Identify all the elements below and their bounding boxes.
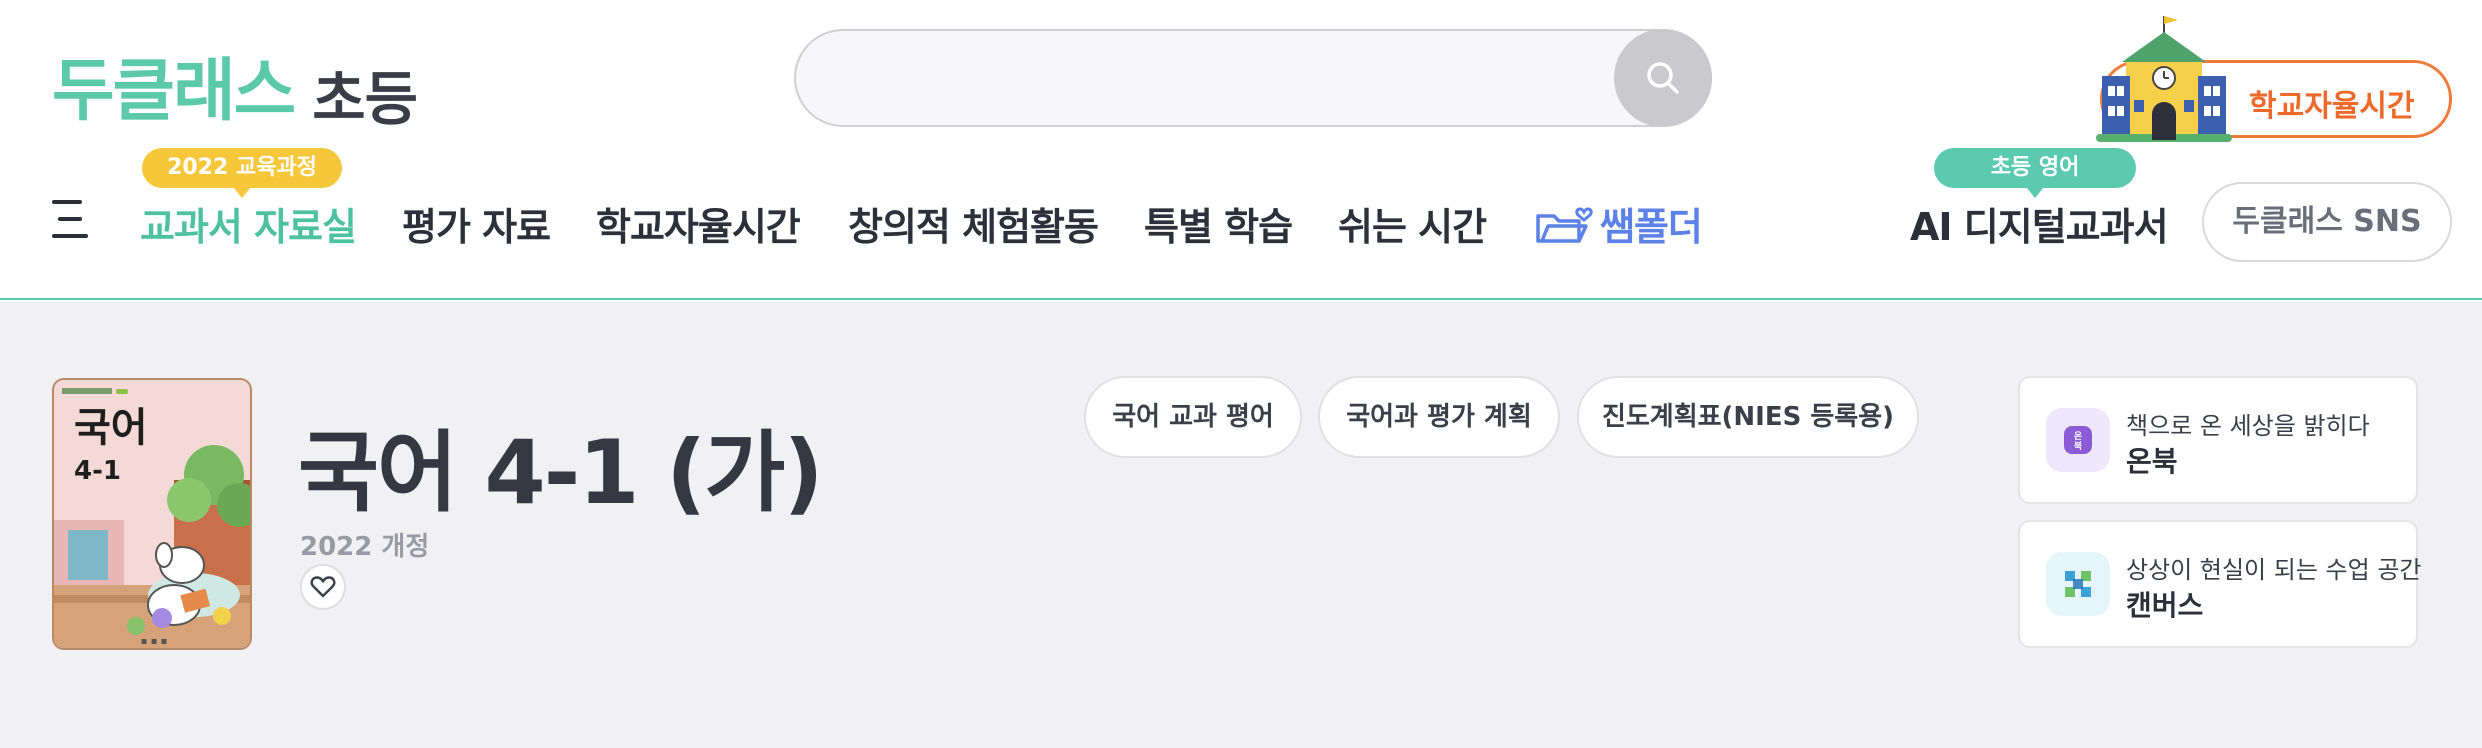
search-input[interactable] — [832, 53, 1552, 103]
site-header: 두클래스 초등 학교자율시간 2022 교육과정 교과서 자료실 평가 자료 학… — [0, 0, 2482, 300]
search-icon — [1647, 62, 1679, 94]
onbook-icon: 온 북 — [2046, 408, 2110, 472]
canvas-title: 캔버스 — [2126, 589, 2204, 622]
menu-icon[interactable] — [52, 200, 88, 238]
curriculum-badge: 2022 교육과정 — [142, 148, 342, 198]
nav-teacher-folder[interactable]: 쌤폴더 — [1534, 196, 1703, 251]
svg-text:북: 북 — [2074, 441, 2082, 452]
page-title: 국어 4-1 (가) — [298, 421, 824, 524]
nav-school-time[interactable]: 학교자율시간 — [596, 196, 801, 251]
school-time-label: 학교자율시간 — [2249, 89, 2415, 124]
progress-plan-button[interactable]: 진도계획표(NIES 등록용) — [1577, 376, 1919, 458]
svg-text:온: 온 — [2074, 431, 2082, 442]
canvas-icon — [2046, 552, 2110, 616]
canvas-card[interactable]: 상상이 현실이 되는 수업 공간 캔버스 — [2018, 520, 2422, 648]
korean-evaluation-phrases-button[interactable]: 국어 교과 평어 — [1084, 376, 1302, 458]
textbook-panel: ▪ ▪ ▪ 국어 4-1 국어 4-1 (가) 2022 개정 국어 교과 평어… — [0, 302, 2482, 748]
nav-ai-digital-textbook[interactable]: AI 디지털교과서 — [1910, 196, 2169, 251]
onbook-subtitle: 책으로 온 세상을 밝히다 — [2126, 412, 2370, 440]
nav-assessment[interactable]: 평가 자료 — [402, 196, 551, 251]
search-button[interactable] — [1614, 29, 1712, 127]
sns-button[interactable]: 두클래스 SNS — [2202, 182, 2452, 262]
nav-creative-activities[interactable]: 창의적 체험활동 — [848, 196, 1099, 251]
nav-break-time[interactable]: 쉬는 시간 — [1338, 196, 1487, 251]
site-logo[interactable]: 두클래스 초등 — [52, 26, 418, 133]
korean-assessment-plan-button[interactable]: 국어과 평가 계획 — [1318, 376, 1560, 458]
onbook-title: 온북 — [2126, 445, 2178, 478]
cover-title: 국어 — [74, 405, 148, 451]
logo-sub-text: 초등 — [312, 65, 418, 133]
nav-special-learning[interactable]: 특별 학습 — [1144, 196, 1293, 251]
favorite-button[interactable] — [300, 564, 346, 610]
school-building-icon — [2096, 16, 2232, 142]
english-badge: 초등 영어 — [1934, 148, 2136, 198]
folder-heart-icon — [1536, 207, 1593, 243]
nav-teacher-folder-label: 쌤폴더 — [1600, 205, 1703, 249]
edition-label: 2022 개정 — [300, 532, 430, 562]
textbook-cover[interactable]: ▪ ▪ ▪ 국어 4-1 — [52, 378, 252, 650]
onbook-card[interactable]: 온 북 책으로 온 세상을 밝히다 온북 — [2018, 376, 2418, 504]
svg-text:▪ ▪ ▪: ▪ ▪ ▪ — [141, 636, 168, 647]
nav-textbook-materials[interactable]: 교과서 자료실 — [140, 196, 357, 251]
search-bar — [794, 29, 1712, 127]
heart-icon — [310, 576, 336, 598]
cover-grade: 4-1 — [74, 456, 121, 486]
canvas-subtitle: 상상이 현실이 되는 수업 공간 — [2126, 556, 2422, 584]
logo-main-text: 두클래스 — [52, 52, 296, 131]
